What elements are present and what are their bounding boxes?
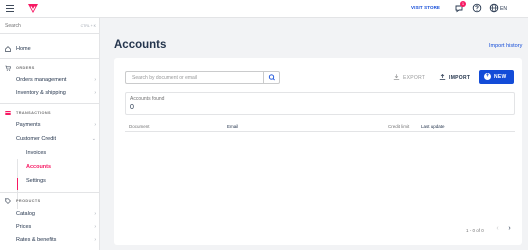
import-button[interactable]: IMPORT xyxy=(439,74,470,81)
chevron-right-icon: › xyxy=(94,122,96,128)
sidebar-search-placeholder: Search xyxy=(5,23,21,29)
sidebar-item-label: Settings xyxy=(26,178,46,184)
sidebar-item-invoices[interactable]: Invoices xyxy=(0,147,100,159)
sidebar: Search CTRL + K Home ORDERS Orders manag… xyxy=(0,18,100,250)
accounts-found-label: Accounts found xyxy=(130,96,165,102)
notification-badge: 1 xyxy=(460,1,466,7)
sidebar-item-home[interactable]: Home xyxy=(0,43,100,55)
tag-icon xyxy=(5,198,11,204)
search-icon xyxy=(268,74,275,81)
sidebar-item-settings[interactable]: Settings xyxy=(0,175,100,187)
accounts-found-box: Accounts found 0 xyxy=(125,92,515,115)
upload-icon xyxy=(439,74,446,80)
new-label: NEW xyxy=(494,74,507,80)
chevron-down-icon: ⌄ xyxy=(91,136,96,142)
sidebar-item-label: Inventory & shipping xyxy=(16,90,66,96)
section-transactions: TRANSACTIONS xyxy=(0,108,100,118)
accounts-card: Search by document or email EXPORT IMPOR… xyxy=(114,58,522,245)
table-header: Document Email Credit limit Last update xyxy=(125,122,515,132)
download-icon xyxy=(393,74,400,80)
sidebar-item-rates-benefits[interactable]: Rates & benefits › xyxy=(0,234,100,246)
search-shortcut: CTRL + K xyxy=(80,24,96,28)
sidebar-item-label: Catalog xyxy=(16,211,35,217)
new-button[interactable]: + NEW xyxy=(479,70,514,84)
language-selector[interactable]: EN xyxy=(500,6,507,12)
sidebar-item-orders-management[interactable]: Orders management › xyxy=(0,74,100,86)
column-header-document[interactable]: Document xyxy=(129,124,150,129)
sidebar-item-prices[interactable]: Prices › xyxy=(0,221,100,233)
sidebar-item-label: Orders management xyxy=(16,77,67,83)
credit-card-icon xyxy=(5,111,11,115)
chevron-left-icon: ‹ xyxy=(496,225,499,232)
vtex-logo[interactable] xyxy=(27,3,39,14)
sidebar-item-label: Home xyxy=(16,46,31,52)
sidebar-item-label: Accounts xyxy=(26,164,52,170)
sidebar-item-accounts[interactable]: Accounts xyxy=(0,161,100,173)
cart-icon xyxy=(5,65,11,71)
sidebar-item-label: Rates & benefits xyxy=(16,237,57,243)
top-bar: VISIT STORE 1 EN xyxy=(0,0,528,18)
globe-icon[interactable] xyxy=(489,3,499,13)
previous-page-button[interactable]: ‹ xyxy=(492,223,503,234)
column-header-credit-limit[interactable]: Credit limit xyxy=(388,124,409,129)
sidebar-search[interactable]: Search CTRL + K xyxy=(0,18,100,34)
column-header-email[interactable]: Email xyxy=(227,124,238,129)
section-products: PRODUCTS xyxy=(0,196,100,206)
export-button[interactable]: EXPORT xyxy=(393,74,425,81)
import-history-link[interactable]: Import history xyxy=(489,43,522,49)
help-icon[interactable] xyxy=(472,3,482,13)
search-placeholder: Search by document or email xyxy=(132,75,198,81)
sidebar-item-label: Customer Credit xyxy=(16,136,57,142)
divider xyxy=(0,192,100,193)
section-orders: ORDERS xyxy=(0,63,100,73)
section-label: ORDERS xyxy=(16,66,35,70)
pagination-text: 1 - 0 of 0 xyxy=(466,228,484,233)
visit-store-link[interactable]: VISIT STORE xyxy=(411,5,440,10)
divider xyxy=(0,58,100,59)
next-page-button[interactable]: › xyxy=(504,223,515,234)
section-label: PRODUCTS xyxy=(16,199,41,203)
sidebar-item-inventory-shipping[interactable]: Inventory & shipping › xyxy=(0,87,100,99)
search-button[interactable] xyxy=(263,72,279,83)
sidebar-item-label: Payments xyxy=(16,122,41,128)
chevron-right-icon: › xyxy=(94,77,96,83)
sidebar-item-label: Prices xyxy=(16,224,32,230)
chevron-right-icon: › xyxy=(508,225,511,232)
page-title: Accounts xyxy=(114,39,167,51)
divider xyxy=(0,103,100,104)
search-input[interactable]: Search by document or email xyxy=(125,71,280,84)
home-icon xyxy=(5,46,11,52)
accounts-found-value: 0 xyxy=(130,104,134,111)
sidebar-item-label: Invoices xyxy=(26,150,47,156)
sidebar-item-customer-credit[interactable]: Customer Credit ⌄ xyxy=(0,133,100,145)
export-label: EXPORT xyxy=(403,75,426,81)
chevron-right-icon: › xyxy=(94,224,96,230)
chevron-right-icon: › xyxy=(94,237,96,243)
sidebar-item-payments[interactable]: Payments › xyxy=(0,119,100,131)
sidebar-item-catalog[interactable]: Catalog › xyxy=(0,208,100,220)
import-label: IMPORT xyxy=(449,75,471,81)
section-label: TRANSACTIONS xyxy=(16,111,51,115)
chevron-right-icon: › xyxy=(94,90,96,96)
plus-icon: + xyxy=(484,73,491,80)
chevron-right-icon: › xyxy=(94,211,96,217)
column-header-last-update[interactable]: Last update xyxy=(421,124,445,129)
menu-icon[interactable] xyxy=(6,5,14,12)
